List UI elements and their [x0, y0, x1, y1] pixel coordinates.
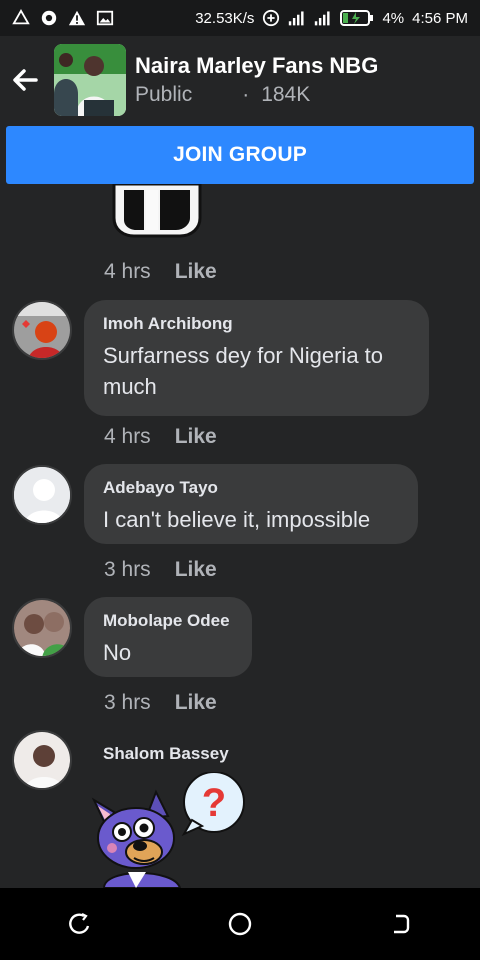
- comment-actions: 4 hrs Like: [104, 425, 217, 449]
- like-button[interactable]: Like: [175, 260, 217, 284]
- member-count: 184K: [261, 83, 311, 106]
- battery-level: 4%: [382, 9, 405, 27]
- system-navigation-bar: [0, 888, 480, 960]
- status-icons-left: [12, 9, 114, 27]
- drive-icon: [12, 9, 30, 25]
- nav-recents-button[interactable]: [380, 904, 420, 944]
- arrow-left-icon: [13, 69, 38, 91]
- svg-text:?: ?: [202, 781, 226, 825]
- comment-bubble: Mobolape Odee No: [84, 597, 252, 677]
- comment-actions: 4 hrs Like: [104, 260, 217, 284]
- data-saver-icon: [263, 9, 280, 27]
- comment-bubble: Adebayo Tayo I can't believe it, impossi…: [84, 464, 418, 544]
- status-bar: 32.53K/s 4% 4:56 PM: [0, 0, 480, 36]
- chrome-icon: [41, 10, 57, 26]
- join-group-button[interactable]: JOIN GROUP: [6, 126, 474, 184]
- group-header: Naira Marley Fans NBG Public · 184K: [0, 36, 480, 124]
- nav-back-button[interactable]: [60, 904, 100, 944]
- group-meta: Public · 184K: [135, 83, 378, 107]
- comment-bubble: Imoh Archibong Surfarness dey for Nigeri…: [84, 300, 429, 416]
- status-icons-right: 32.53K/s 4% 4:56 PM: [195, 9, 468, 27]
- like-button[interactable]: Like: [175, 558, 217, 582]
- default-avatar-icon: [14, 467, 70, 523]
- gallery-icon: [96, 10, 114, 26]
- comment-author[interactable]: Adebayo Tayo: [103, 478, 398, 498]
- avatar[interactable]: [12, 465, 72, 525]
- comment-time: 3 hrs: [104, 558, 151, 581]
- avatar[interactable]: [12, 300, 72, 360]
- comment-actions: 3 hrs Like: [104, 558, 217, 582]
- comment-author[interactable]: Shalom Bassey: [103, 744, 229, 764]
- avatar[interactable]: [12, 598, 72, 658]
- signal-icon: [289, 11, 304, 26]
- back-icon: [69, 913, 90, 934]
- comment-actions: 3 hrs Like: [104, 691, 217, 715]
- like-button[interactable]: Like: [175, 691, 217, 715]
- comment-author[interactable]: Mobolape Odee: [103, 611, 232, 631]
- nav-home-button[interactable]: [220, 904, 260, 944]
- group-name[interactable]: Naira Marley Fans NBG: [135, 53, 378, 79]
- group-privacy: Public: [135, 83, 193, 106]
- comment-author[interactable]: Imoh Archibong: [103, 314, 409, 334]
- comment-text: Surfarness dey for Nigeria to much: [103, 343, 384, 399]
- network-speed: 32.53K/s: [195, 9, 255, 27]
- comment-text: No: [103, 640, 132, 665]
- recents-icon: [394, 914, 410, 934]
- comment-time: 3 hrs: [104, 691, 151, 714]
- group-info: Naira Marley Fans NBG Public · 184K: [135, 53, 378, 107]
- group-photo: [54, 44, 126, 116]
- comments-list: 4 hrs Like Imoh Archibong Surfarness dey…: [0, 184, 480, 888]
- comment-time: 4 hrs: [104, 260, 151, 283]
- meta-separator: ·: [242, 83, 250, 106]
- sticker-image: ?: [91, 772, 245, 888]
- back-button[interactable]: [0, 55, 50, 105]
- battery-icon: [340, 10, 374, 26]
- group-cover-thumbnail[interactable]: [54, 44, 126, 116]
- signal-2-icon: [315, 11, 330, 26]
- avatar[interactable]: [12, 730, 72, 790]
- home-icon: [228, 912, 252, 936]
- sticker-image-partial: [112, 184, 202, 238]
- comment-time: 4 hrs: [104, 425, 151, 448]
- like-button[interactable]: Like: [175, 425, 217, 449]
- comment-text: I can't believe it, impossible: [103, 507, 371, 532]
- warning-icon: [68, 10, 86, 26]
- clock: 4:56 PM: [412, 9, 468, 27]
